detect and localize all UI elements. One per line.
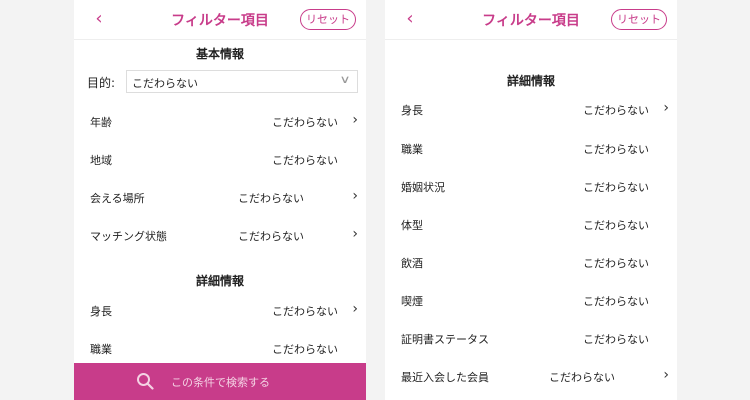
filter-screen-left: ‹ フィルター項目 リセット 基本情報 目的: こだわらない ∨ 年齢 こだわら… [74,0,366,400]
row-label: 体型 [401,219,423,232]
filter-row-marital-status[interactable]: 婚姻状況 こだわらない [385,177,677,197]
row-value: こだわらない [583,257,649,270]
row-value: こだわらない [272,343,338,356]
purpose-select[interactable]: こだわらない ∨ [126,70,358,93]
row-label: 婚姻状況 [401,181,445,194]
row-value: こだわらない [583,333,649,346]
chevron-right-icon: › [352,112,358,128]
row-value: こだわらない [238,230,304,243]
chevron-right-icon: › [663,367,669,383]
row-value: こだわらない [583,181,649,194]
filter-row-region[interactable]: 地域 こだわらない [74,150,366,170]
search-icon [137,373,154,390]
search-button[interactable]: この条件で検索する [74,363,366,400]
row-value: こだわらない [583,295,649,308]
filter-row-certificate-status[interactable]: 証明書ステータス こだわらない [385,329,677,349]
purpose-value: こだわらない [132,77,198,90]
row-label: 職業 [401,143,423,156]
row-label: 最近入会した会員 [401,371,489,384]
row-value: こだわらない [238,192,304,205]
filter-row-meeting-place[interactable]: 会える場所 こだわらない › [74,188,366,208]
filter-row-occupation[interactable]: 職業 こだわらない [74,339,366,359]
row-value: こだわらない [583,219,649,232]
search-button-label: この条件で検索する [171,376,270,389]
row-label: 職業 [90,343,112,356]
filter-row-height[interactable]: 身長 こだわらない › [385,100,677,120]
row-value: こだわらない [272,116,338,129]
chevron-right-icon: › [352,301,358,317]
purpose-label: 目的: [87,76,116,90]
row-value: こだわらない [583,104,649,117]
row-label: 身長 [401,104,423,117]
chevron-right-icon: › [352,188,358,204]
row-value: こだわらない [549,371,615,384]
section-title-detail: 詳細情報 [195,274,244,288]
chevron-right-icon: › [352,226,358,242]
filter-row-matching-status[interactable]: マッチング状態 こだわらない › [74,226,366,246]
filter-row-body-type[interactable]: 体型 こだわらない [385,215,677,235]
reset-button[interactable]: リセット [300,9,356,30]
filter-screen-right: ‹ フィルター項目 リセット 詳細情報 身長 こだわらない › 職業 こだわらな… [385,0,677,400]
filter-row-recently-joined[interactable]: 最近入会した会員 こだわらない › [385,367,677,387]
row-label: 証明書ステータス [401,333,489,346]
section-title-detail: 詳細情報 [506,74,555,88]
row-value: こだわらない [272,305,338,318]
header: ‹ フィルター項目 リセット [385,0,677,40]
chevron-right-icon: › [663,100,669,116]
filter-row-smoking[interactable]: 喫煙 こだわらない [385,291,677,311]
row-label: 身長 [90,305,112,318]
row-label: 年齢 [90,116,112,129]
row-value: こだわらない [583,143,649,156]
row-label: 飲酒 [401,257,423,270]
row-label: 地域 [90,154,112,167]
filter-row-drinking[interactable]: 飲酒 こだわらない [385,253,677,273]
filter-row-occupation[interactable]: 職業 こだわらない [385,139,677,159]
filter-row-height[interactable]: 身長 こだわらない › [74,301,366,321]
row-label: マッチング状態 [90,230,167,243]
reset-button[interactable]: リセット [611,9,667,30]
chevron-down-icon: ∨ [339,73,351,86]
row-label: 会える場所 [90,192,145,205]
row-value: こだわらない [272,154,338,167]
filter-row-age[interactable]: 年齢 こだわらない › [74,112,366,132]
row-label: 喫煙 [401,295,423,308]
header: ‹ フィルター項目 リセット [74,0,366,40]
section-title-basic: 基本情報 [195,47,244,61]
